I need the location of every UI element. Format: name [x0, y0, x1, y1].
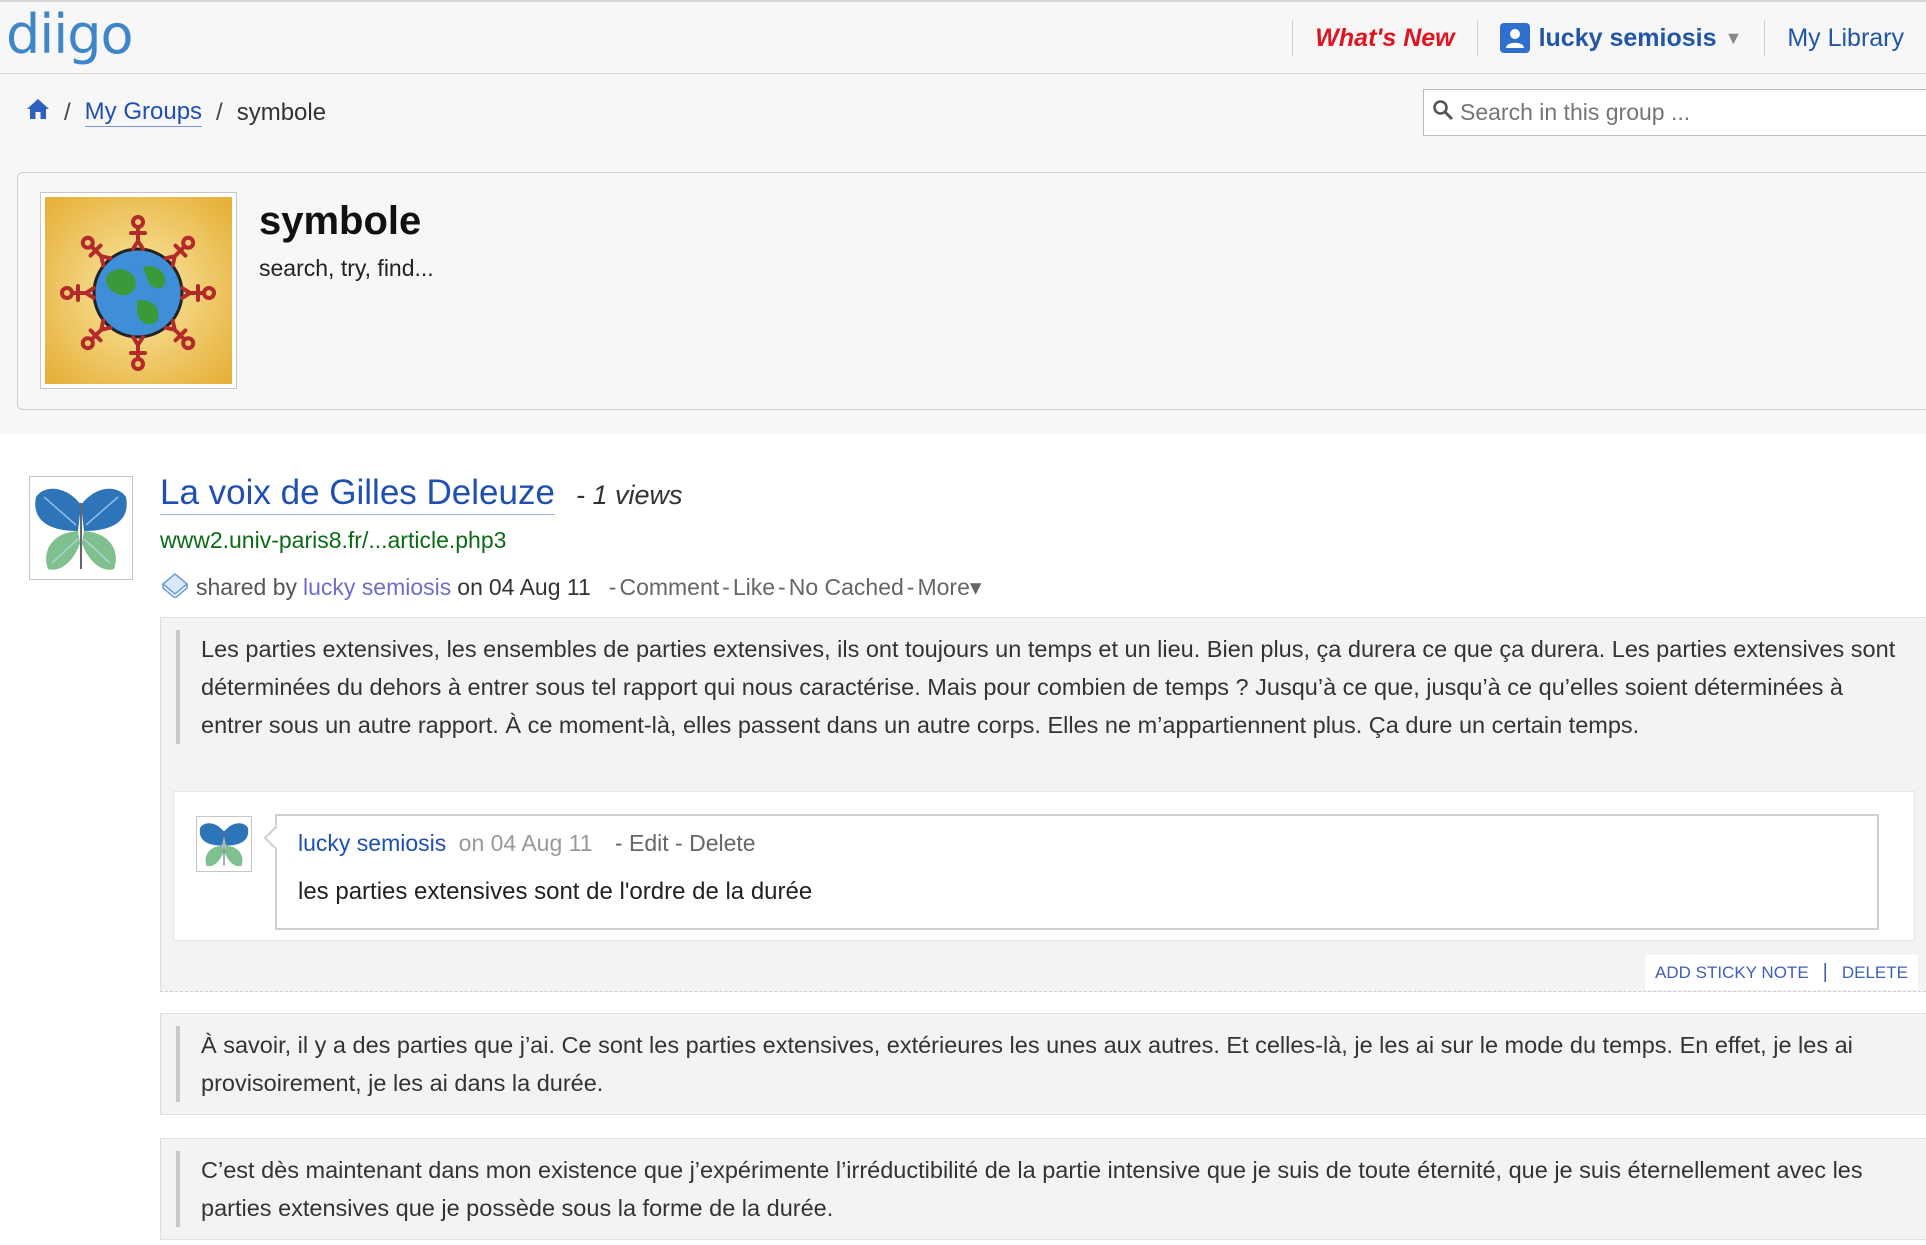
top-bar: diigo What's New lucky semiosis ▼ My Lib…: [0, 0, 1926, 74]
breadcrumb-separator: /: [64, 98, 71, 126]
sticky-note: lucky semiosis on 04 Aug 11 - Edit - Del…: [263, 814, 1879, 930]
sticky-note-area: lucky semiosis on 04 Aug 11 - Edit - Del…: [173, 791, 1915, 941]
delete-highlight-button[interactable]: DELETE: [1842, 963, 1908, 983]
home-icon[interactable]: [26, 98, 50, 127]
highlight-block: À savoir, il y a des parties que j’ai. C…: [160, 1013, 1926, 1115]
avatar[interactable]: [196, 816, 252, 872]
group-card: symbole search, try, find...: [17, 172, 1926, 410]
edit-link[interactable]: Edit: [629, 830, 669, 856]
sticky-note-date: on 04 Aug 11: [458, 830, 593, 856]
bookmark-url-link[interactable]: www2.univ-paris8.fr/...article.php3: [160, 527, 506, 554]
search-input[interactable]: [1458, 98, 1918, 127]
breadcrumb-current: symbole: [236, 98, 327, 126]
sticky-note-user-link[interactable]: lucky semiosis: [298, 830, 446, 856]
bookmark-date: 04 Aug 11: [488, 573, 591, 600]
group-title: symbole: [259, 199, 422, 243]
add-sticky-note-button[interactable]: ADD STICKY NOTE: [1655, 963, 1809, 983]
separator: -: [675, 830, 683, 856]
highlight-block: Les parties extensives, les ensembles de…: [160, 617, 1926, 992]
bookmark-title-link[interactable]: La voix de Gilles Deleuze: [160, 472, 555, 515]
user-menu[interactable]: lucky semiosis ▼: [1478, 23, 1765, 53]
sticky-note-pointer: [263, 826, 287, 850]
top-nav: What's New lucky semiosis ▼ My Library: [1292, 2, 1926, 74]
group-logo: [40, 192, 237, 389]
group-description: search, try, find...: [259, 255, 434, 281]
separator: -: [778, 573, 786, 600]
avatar[interactable]: [29, 476, 133, 580]
separator: -: [906, 573, 915, 600]
highlight-text: Les parties extensives, les ensembles de…: [176, 630, 1896, 744]
shared-by-label: shared by: [196, 573, 298, 600]
group-header-area: / My Groups / symbole Search in this gro…: [0, 74, 1926, 434]
separator: -: [608, 573, 617, 600]
separator: -: [614, 830, 623, 856]
diigo-logo[interactable]: diigo: [6, 2, 134, 68]
separator: |: [1822, 961, 1828, 983]
no-cached-link[interactable]: No Cached: [789, 574, 904, 601]
comment-link[interactable]: Comment: [619, 574, 719, 601]
shared-by-user-link[interactable]: lucky semiosis: [303, 574, 451, 601]
shared-bookmark-icon: [160, 570, 190, 604]
like-link[interactable]: Like: [733, 574, 775, 601]
breadcrumb: / My Groups / symbole: [26, 98, 326, 127]
more-menu[interactable]: More▾: [917, 574, 981, 601]
highlight-actions: ADD STICKY NOTE | DELETE: [1645, 955, 1918, 990]
user-name: lucky semiosis: [1538, 23, 1717, 52]
whats-new-link[interactable]: What's New: [1293, 24, 1476, 53]
highlight-text: À savoir, il y a des parties que j’ai. C…: [176, 1026, 1896, 1102]
group-search[interactable]: [1423, 89, 1926, 136]
my-library-link[interactable]: My Library: [1765, 24, 1926, 53]
user-icon: [1499, 23, 1530, 53]
chevron-down-icon: ▼: [1724, 27, 1743, 48]
highlight-block: C’est dès maintenant dans mon existence …: [160, 1138, 1926, 1240]
sticky-note-header: lucky semiosis on 04 Aug 11 - Edit - Del…: [298, 830, 756, 857]
separator: -: [722, 573, 730, 600]
delete-note-link[interactable]: Delete: [689, 830, 755, 856]
search-icon: [1432, 99, 1454, 126]
breadcrumb-my-groups[interactable]: My Groups: [84, 98, 203, 127]
bookmark-meta: shared by lucky semiosis on 04 Aug 11 - …: [160, 570, 981, 604]
highlight-text: C’est dès maintenant dans mon existence …: [176, 1151, 1896, 1227]
bookmark-views: - 1 views: [576, 480, 683, 510]
sticky-note-text: les parties extensives sont de l'ordre d…: [298, 878, 813, 905]
on-label: on: [457, 573, 483, 600]
breadcrumb-separator: /: [216, 98, 223, 126]
